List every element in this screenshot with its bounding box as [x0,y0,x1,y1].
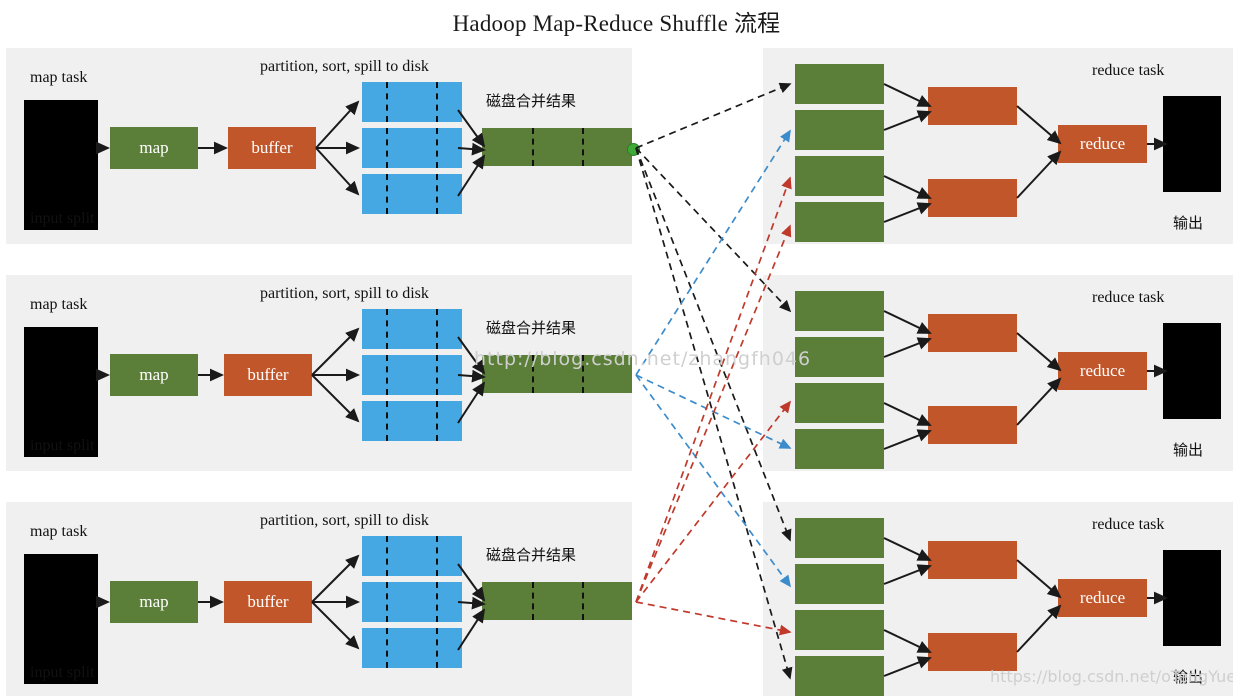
watermark-bottom-right: https://blog.csdn.net/oTengYue [990,667,1233,686]
spill-box [362,82,462,122]
partition-divider [582,582,584,620]
spill-box [362,309,462,349]
map-task-panel-1: map task input split map buffer partitio… [6,48,632,244]
partition-divider [386,355,388,395]
reduce-task-label: reduce task [1092,516,1165,533]
partition-sort-spill-label: partition, sort, spill to disk [260,512,429,529]
reduce-task-panel-2: reduce task reduce 输出 [763,275,1233,471]
merge-box [928,541,1017,579]
disk-merge-result-label: 磁盘合并结果 [486,546,577,564]
disk-merge-bar [482,582,632,620]
copy-box [795,202,884,242]
partition-divider [436,128,438,168]
partition-divider [436,582,438,622]
reduce-box-label: reduce [1079,588,1126,607]
partition-divider [436,628,438,668]
map-box-label: map [139,592,169,611]
buffer-box-label: buffer [247,592,289,611]
map-task-label: map task [30,523,88,540]
copy-box [795,518,884,558]
partition-divider [386,174,388,214]
partition-divider [582,128,584,166]
buffer-box[interactable]: buffer [224,354,312,396]
partition-sort-spill-label: partition, sort, spill to disk [260,58,429,75]
reduce-box-label: reduce [1079,361,1126,380]
spill-box [362,128,462,168]
partition-divider [436,309,438,349]
map-task-label: map task [30,296,88,313]
spill-box [362,355,462,395]
disk-merge-result-label: 磁盘合并结果 [486,319,577,337]
reduce-task-label: reduce task [1092,62,1165,79]
copy-box [795,429,884,469]
map-box-label: map [139,138,169,157]
partition-divider [436,174,438,214]
map-task-panel-3: map task input split map buffer partitio… [6,502,632,696]
map-box[interactable]: map [110,354,198,396]
partition-divider [436,355,438,395]
partition-divider [386,582,388,622]
reduce-box[interactable]: reduce [1058,352,1147,390]
merge-box [928,314,1017,352]
reduce-box[interactable]: reduce [1058,125,1147,163]
partition-divider [386,128,388,168]
partition-divider [386,309,388,349]
page-title: Hadoop Map-Reduce Shuffle 流程 [452,11,781,36]
input-split-label: input split [30,210,95,227]
spill-box [362,174,462,214]
input-split-label: input split [30,664,95,681]
output-box [1163,96,1221,192]
shuffle-source-dot-1 [627,143,640,156]
partition-divider [386,628,388,668]
output-box [1163,550,1221,646]
partition-divider [436,536,438,576]
copy-box [795,383,884,423]
disk-merge-result-label: 磁盘合并结果 [486,92,577,110]
spill-box [362,582,462,622]
output-box [1163,323,1221,419]
reduce-task-panel-1: reduce task reduce 输出 [763,48,1233,244]
merge-box [928,87,1017,125]
partition-divider [386,536,388,576]
buffer-box-label: buffer [251,138,293,157]
watermark-center: http://blog.csdn.net/zhangfh046 [474,348,812,370]
copy-box [795,64,884,104]
partition-sort-spill-label: partition, sort, spill to disk [260,285,429,302]
merge-box [928,179,1017,217]
map-task-panel-2: map task input split map buffer partitio… [6,275,632,471]
map-task-label: map task [30,69,88,86]
reduce-box[interactable]: reduce [1058,579,1147,617]
buffer-box[interactable]: buffer [224,581,312,623]
copy-box [795,291,884,331]
reduce-box-label: reduce [1079,134,1126,153]
output-label: 输出 [1173,214,1204,232]
partition-divider [532,582,534,620]
spill-box [362,401,462,441]
buffer-box[interactable]: buffer [228,127,316,169]
map-box[interactable]: map [110,581,198,623]
partition-divider [386,401,388,441]
copy-box [795,110,884,150]
map-box[interactable]: map [110,127,198,169]
disk-merge-bar [482,128,632,166]
copy-box [795,656,884,696]
map-box-label: map [139,365,169,384]
spill-box [362,536,462,576]
spill-box [362,628,462,668]
merge-box [928,406,1017,444]
copy-box [795,610,884,650]
partition-divider [386,82,388,122]
diagram-canvas: Hadoop Map-Reduce Shuffle 流程 map task in… [0,0,1233,696]
merge-box [928,633,1017,671]
input-split-label: input split [30,437,95,454]
partition-divider [532,128,534,166]
reduce-task-label: reduce task [1092,289,1165,306]
output-label: 输出 [1173,441,1204,459]
copy-box [795,156,884,196]
copy-box [795,564,884,604]
buffer-box-label: buffer [247,365,289,384]
partition-divider [436,82,438,122]
partition-divider [436,401,438,441]
